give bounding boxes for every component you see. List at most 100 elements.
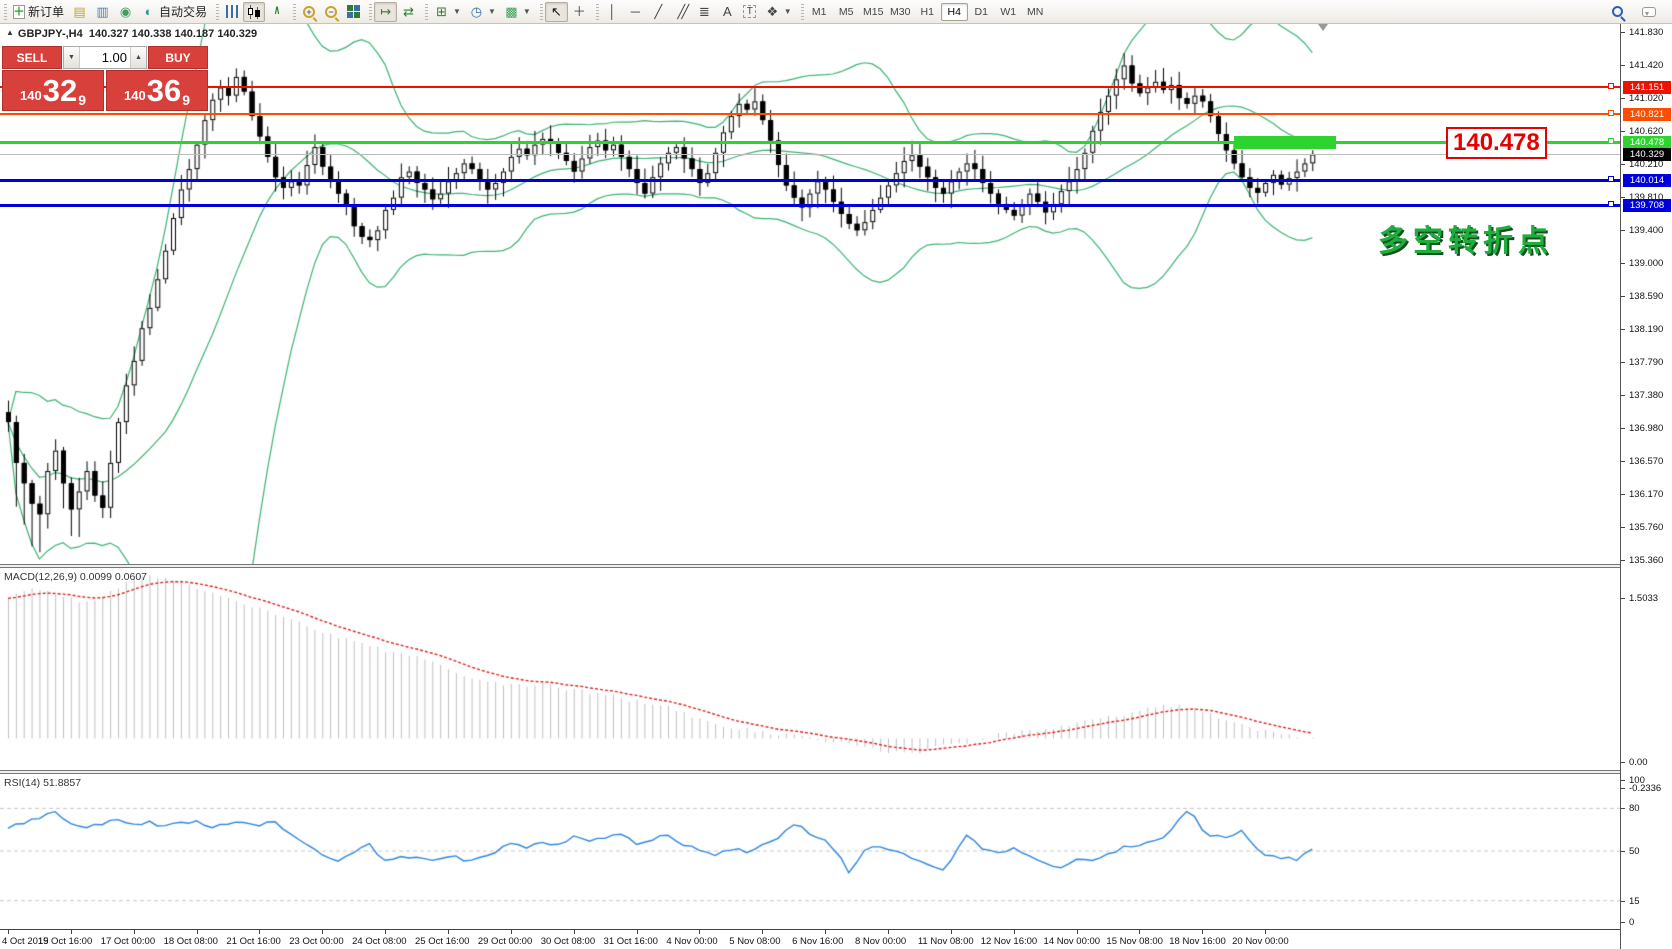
price-tick-mark xyxy=(1621,494,1625,495)
sell-price-button[interactable]: 140329 xyxy=(2,70,104,111)
tile-windows-button[interactable] xyxy=(342,2,364,22)
one-click-trade-panel: SELL ▼ ▲ BUY 140329 140369 xyxy=(2,46,208,111)
candlestick-canvas[interactable] xyxy=(0,24,1620,564)
buy-button[interactable]: BUY xyxy=(148,46,208,69)
turning-point-annotation[interactable]: 多空转折点 xyxy=(1378,216,1553,260)
market-watch-button[interactable]: ▤ xyxy=(68,2,91,22)
volume-up-button[interactable]: ▲ xyxy=(130,47,146,68)
time-tick-mark xyxy=(511,930,512,934)
chart-shift-marker-icon[interactable] xyxy=(1318,24,1328,31)
text-icon: A xyxy=(720,4,735,19)
line-anchor-handle[interactable] xyxy=(1608,83,1614,89)
scroll-group: ↦⇄ xyxy=(367,0,423,24)
cursor-button[interactable]: ↖ xyxy=(545,2,568,22)
chat-button[interactable] xyxy=(1638,2,1660,22)
price-axis[interactable]: 141.830141.420141.020140.620140.210139.8… xyxy=(1620,24,1672,949)
chat-icon xyxy=(1642,7,1656,17)
zoom-in-button[interactable]: + xyxy=(298,2,320,22)
text-label-button[interactable]: T xyxy=(739,2,761,22)
price-line-label: 141.151 xyxy=(1623,81,1671,94)
horizontal-line-140.478[interactable] xyxy=(0,141,1620,144)
horizontal-line-141.151[interactable] xyxy=(0,86,1620,88)
indicators-button[interactable]: ⊞▼ xyxy=(430,2,465,22)
timeframe-button-w1[interactable]: W1 xyxy=(995,3,1022,21)
chart-type-group: /\ xyxy=(214,0,291,24)
horizontal-line-button[interactable]: ─ xyxy=(624,2,647,22)
search-button[interactable] xyxy=(1606,2,1628,22)
main-chart-pane[interactable]: 140.478 多空转折点 xyxy=(0,24,1620,564)
price-tick-label: 138.590 xyxy=(1629,291,1663,302)
line-anchor-handle[interactable] xyxy=(1608,110,1614,116)
timeframe-button-m15[interactable]: M15 xyxy=(860,3,887,21)
price-line-label: 140.821 xyxy=(1623,108,1671,121)
price-tick-label: 141.420 xyxy=(1629,60,1663,71)
price-callout-label[interactable]: 140.478 xyxy=(1446,127,1547,159)
periods-button[interactable]: ◷▼ xyxy=(465,2,500,22)
time-label: 29 Oct 00:00 xyxy=(478,936,532,947)
rsi-tick-mark xyxy=(1621,922,1625,923)
sell-button[interactable]: SELL xyxy=(2,46,62,69)
time-label: 18 Nov 16:00 xyxy=(1169,936,1226,947)
line-anchor-handle[interactable] xyxy=(1608,201,1614,207)
price-tick-mark xyxy=(1621,362,1625,363)
time-label: 14 Nov 00:00 xyxy=(1044,936,1101,947)
navigator-button[interactable]: ◉ xyxy=(114,2,137,22)
horizontal-line-139.708[interactable] xyxy=(0,204,1620,207)
crosshair-button[interactable]: ＋ xyxy=(568,2,591,22)
timeframe-button-m1[interactable]: M1 xyxy=(806,3,833,21)
zoom-out-button[interactable]: − xyxy=(320,2,342,22)
macd-tick-mark xyxy=(1621,762,1625,763)
arrows-icon: ❖ xyxy=(765,4,780,19)
timeframe-button-mn[interactable]: MN xyxy=(1022,3,1049,21)
timeframe-button-h1[interactable]: H1 xyxy=(914,3,941,21)
templates-button[interactable]: ▩▼ xyxy=(500,2,535,22)
timeframe-button-d1[interactable]: D1 xyxy=(968,3,995,21)
auto-scroll-button[interactable]: ↦ xyxy=(374,2,397,22)
macd-pane[interactable]: MACD(12,26,9) 0.0099 0.0607 xyxy=(0,568,1620,770)
rsi-tick-mark xyxy=(1621,780,1625,781)
vertical-line-button[interactable]: │ xyxy=(601,2,624,22)
horizontal-line-140.821[interactable] xyxy=(0,113,1620,115)
collapse-panel-icon[interactable]: ▲ xyxy=(6,28,14,37)
symbol-header: ▲GBPJPY-,H4 140.327 140.338 140.187 140.… xyxy=(6,28,257,40)
buy-price-button[interactable]: 140369 xyxy=(106,70,208,111)
dropdown-arrow-icon[interactable]: ▼ xyxy=(523,7,531,16)
bar-chart-button[interactable] xyxy=(221,2,243,22)
text-button[interactable]: A xyxy=(716,2,739,22)
chart-shift-button[interactable]: ⇄ xyxy=(397,2,420,22)
arrows-button[interactable]: ❖▼ xyxy=(761,2,796,22)
fibonacci-button[interactable]: ≣ xyxy=(693,2,716,22)
candlestick-chart-button[interactable] xyxy=(243,2,265,22)
timeframe-button-h4[interactable]: H4 xyxy=(941,3,968,21)
navigator-icon: ◉ xyxy=(118,4,133,19)
autotrading-button[interactable]: ◐自动交易 xyxy=(137,2,211,22)
line-anchor-handle[interactable] xyxy=(1608,138,1614,144)
candlestick-chart-icon xyxy=(247,5,261,19)
macd-canvas[interactable] xyxy=(0,568,1620,770)
equidistant-channel-button[interactable]: ╱ xyxy=(670,2,693,22)
price-line-label: 140.329 xyxy=(1623,148,1671,161)
time-tick-mark xyxy=(1077,930,1078,934)
trendline-button[interactable]: ╱ xyxy=(647,2,670,22)
new-order-button[interactable]: ＋新订单 xyxy=(9,2,68,22)
dropdown-arrow-icon[interactable]: ▼ xyxy=(488,7,496,16)
highlight-rectangle[interactable] xyxy=(1234,136,1336,149)
rsi-canvas[interactable] xyxy=(0,774,1620,929)
line-anchor-handle[interactable] xyxy=(1608,176,1614,182)
time-axis[interactable]: 4 Oct 201915 Oct 16:0017 Oct 00:0018 Oct… xyxy=(0,929,1620,949)
rsi-axis-label: 80 xyxy=(1629,803,1640,814)
cursor-group: ↖＋ xyxy=(538,0,594,24)
horizontal-line-140.014[interactable] xyxy=(0,179,1620,182)
dropdown-arrow-icon[interactable]: ▼ xyxy=(453,7,461,16)
time-label: 15 Oct 16:00 xyxy=(38,936,92,947)
dropdown-arrow-icon[interactable]: ▼ xyxy=(784,7,792,16)
line-chart-button[interactable]: /\ xyxy=(265,2,288,22)
rsi-pane[interactable]: RSI(14) 51.8857 xyxy=(0,774,1620,929)
time-tick-mark xyxy=(574,930,575,934)
data-window-button[interactable]: ▥ xyxy=(91,2,114,22)
volume-down-button[interactable]: ▼ xyxy=(64,47,80,68)
timeframe-button-m5[interactable]: M5 xyxy=(833,3,860,21)
volume-input[interactable] xyxy=(80,47,130,68)
timeframe-button-m30[interactable]: M30 xyxy=(887,3,914,21)
volume-box: ▼ ▲ xyxy=(63,46,147,69)
